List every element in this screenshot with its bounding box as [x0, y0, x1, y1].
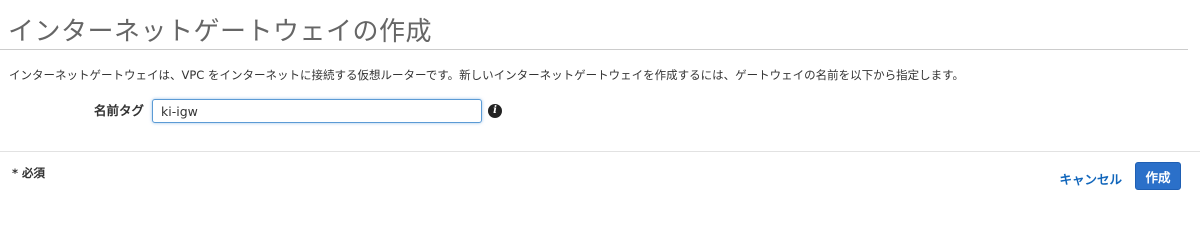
page-description: インターネットゲートウェイは、VPC をインターネットに接続する仮想ルーターです…: [9, 68, 964, 82]
footer-divider: [0, 151, 1200, 152]
create-button[interactable]: 作成: [1135, 162, 1181, 190]
info-icon[interactable]: i: [488, 104, 502, 118]
create-internet-gateway-page: インターネットゲートウェイの作成 インターネットゲートウェイは、VPC をインタ…: [0, 0, 1200, 207]
name-tag-input[interactable]: [152, 99, 482, 123]
required-note: * 必須: [12, 166, 46, 180]
page-title: インターネットゲートウェイの作成: [8, 17, 433, 47]
title-divider: [0, 49, 1188, 50]
cancel-button[interactable]: キャンセル: [1059, 169, 1122, 188]
name-tag-label: 名前タグ: [93, 103, 144, 118]
